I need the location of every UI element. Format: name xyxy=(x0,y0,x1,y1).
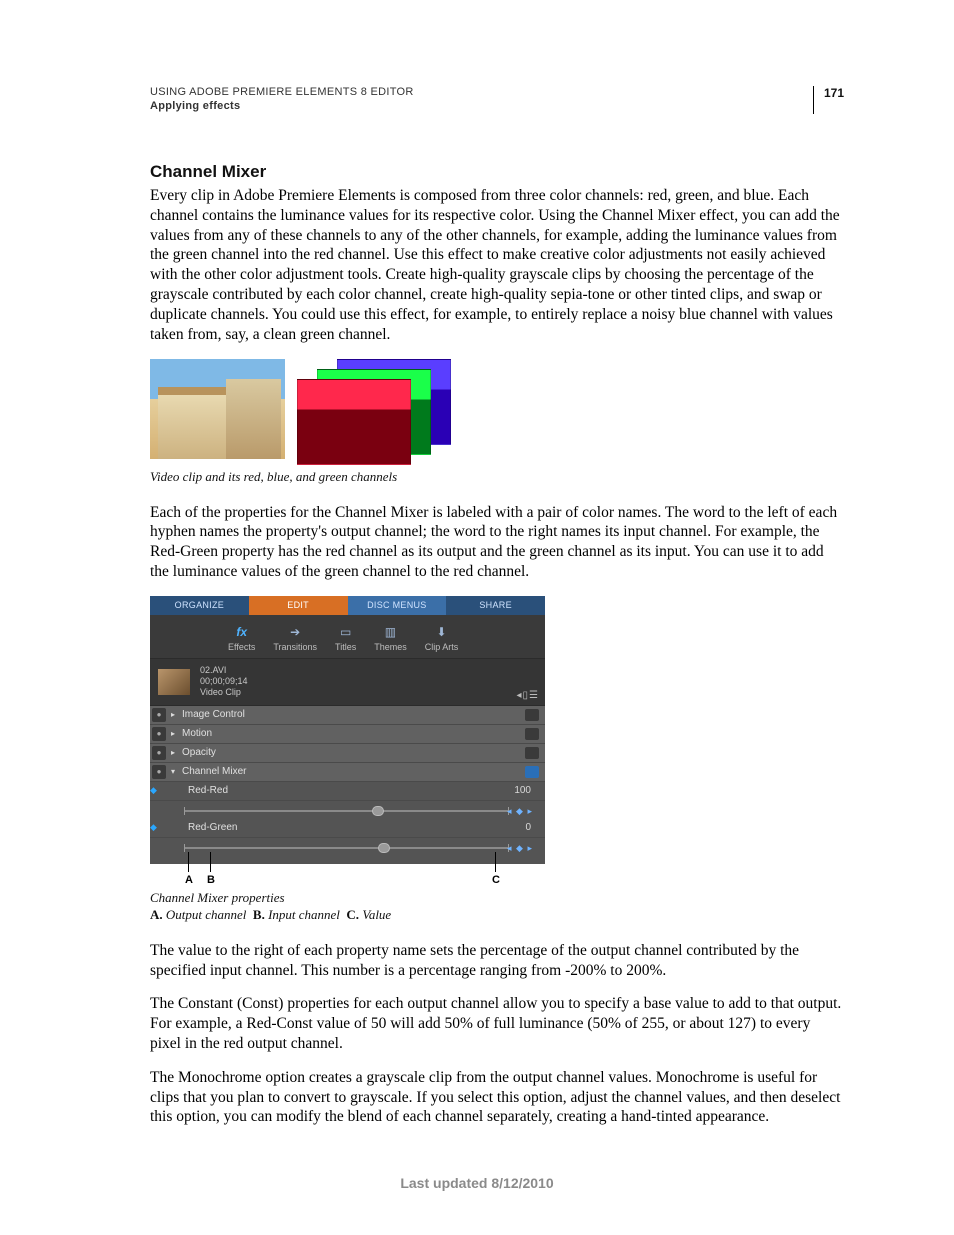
row-channel-mixer[interactable]: ▾ Channel Mixer xyxy=(150,763,545,782)
figure-callouts: A B C xyxy=(150,864,545,886)
tab-share[interactable]: SHARE xyxy=(446,596,545,615)
param-label: Red-Green xyxy=(160,822,497,833)
clip-type: Video Clip xyxy=(200,687,248,698)
reset-icon[interactable] xyxy=(525,728,539,740)
slider-knob[interactable] xyxy=(372,806,384,816)
tool-titles[interactable]: ▭ Titles xyxy=(335,625,356,652)
book-title: USING ADOBE PREMIERE ELEMENTS 8 EDITOR xyxy=(150,86,813,98)
paragraph-4: The Constant (Const) properties for each… xyxy=(150,994,844,1053)
tool-cliparts-label: Clip Arts xyxy=(425,642,459,652)
row-label: Channel Mixer xyxy=(178,766,525,777)
reset-icon[interactable] xyxy=(525,747,539,759)
slider-red-red: → ◂ ◆ ▸ xyxy=(150,801,545,819)
tool-effects-label: Effects xyxy=(228,642,255,652)
screenshot-panel: ORGANIZE EDIT DISC MENUS SHARE fx Effect… xyxy=(150,596,545,864)
tool-effects[interactable]: fx Effects xyxy=(228,625,255,652)
clip-thumbnail xyxy=(158,669,190,695)
header-text: USING ADOBE PREMIERE ELEMENTS 8 EDITOR A… xyxy=(150,86,813,112)
clip-timecode: 00;00;09;14 xyxy=(200,676,248,687)
expand-arrow-icon[interactable]: ▸ xyxy=(168,729,178,738)
paragraph-1: Every clip in Adobe Premiere Elements is… xyxy=(150,186,844,345)
page-number: 171 xyxy=(813,86,844,114)
slider-track xyxy=(184,810,509,812)
effects-icon: fx xyxy=(234,625,250,639)
tool-themes[interactable]: ▥ Themes xyxy=(374,625,407,652)
row-red-green[interactable]: ◆ Red-Green 0 xyxy=(150,819,545,838)
row-opacity[interactable]: ▸ Opacity xyxy=(150,744,545,763)
legend-B: Input channel xyxy=(268,907,340,922)
row-motion[interactable]: ▸ Motion xyxy=(150,725,545,744)
tool-titles-label: Titles xyxy=(335,642,356,652)
keyframe-toggle-icon[interactable]: ◆ xyxy=(150,822,160,833)
tab-organize[interactable]: ORGANIZE xyxy=(150,596,249,615)
collapse-arrow-icon[interactable]: ▾ xyxy=(168,767,178,776)
titles-icon: ▭ xyxy=(338,625,354,639)
expand-arrow-icon[interactable]: ▸ xyxy=(168,748,178,757)
tool-cliparts[interactable]: ⬇ Clip Arts xyxy=(425,625,459,652)
tab-disc-menus[interactable]: DISC MENUS xyxy=(348,596,447,615)
slider-track xyxy=(184,847,509,849)
running-header: USING ADOBE PREMIERE ELEMENTS 8 EDITOR A… xyxy=(150,86,844,114)
transitions-icon: ➔ xyxy=(287,625,303,639)
paragraph-2: Each of the properties for the Channel M… xyxy=(150,503,844,582)
param-value[interactable]: 0 xyxy=(497,822,539,833)
red-channel-thumb xyxy=(297,379,411,465)
toggle-visibility-icon[interactable] xyxy=(152,708,166,722)
paragraph-5: The Monochrome option creates a grayscal… xyxy=(150,1068,844,1127)
callout-B: B xyxy=(207,874,215,886)
figure-2-caption: Channel Mixer properties xyxy=(150,890,844,906)
figure-1-caption: Video clip and its red, blue, and green … xyxy=(150,469,844,485)
clip-name: 02.AVI xyxy=(200,665,248,676)
edit-toolbar: fx Effects ➔ Transitions ▭ Titles ▥ Them… xyxy=(150,615,545,659)
clip-metadata: 02.AVI 00;00;09;14 Video Clip xyxy=(200,665,248,699)
figure-thumb-rgb-stack xyxy=(297,359,457,463)
reset-icon[interactable] xyxy=(525,766,539,778)
clip-info-bar: 02.AVI 00;00;09;14 Video Clip ◂▯☰ xyxy=(150,659,545,706)
param-value[interactable]: 100 xyxy=(497,785,539,796)
page: USING ADOBE PREMIERE ELEMENTS 8 EDITOR A… xyxy=(0,0,954,1235)
legend-C: Value xyxy=(362,907,391,922)
callout-A: A xyxy=(185,874,193,886)
keyframe-nav-icons[interactable]: ◂ ◆ ▸ xyxy=(507,843,533,854)
row-red-red[interactable]: ◆ Red-Red 100 xyxy=(150,782,545,801)
tool-transitions-label: Transitions xyxy=(273,642,317,652)
tool-themes-label: Themes xyxy=(374,642,407,652)
toggle-visibility-icon[interactable] xyxy=(152,727,166,741)
workspace-tabs: ORGANIZE EDIT DISC MENUS SHARE xyxy=(150,596,545,615)
properties-list: ▸ Image Control ▸ Motion ▸ Opacity ▾ Cha… xyxy=(150,706,545,864)
toggle-visibility-icon[interactable] xyxy=(152,746,166,760)
toggle-visibility-icon[interactable] xyxy=(152,765,166,779)
tool-transitions[interactable]: ➔ Transitions xyxy=(273,625,317,652)
param-label: Red-Red xyxy=(160,785,497,796)
keyframe-toggle-icon[interactable]: ◆ xyxy=(150,785,160,796)
chapter-title: Applying effects xyxy=(150,100,813,112)
paragraph-3: The value to the right of each property … xyxy=(150,941,844,981)
slider-knob[interactable] xyxy=(378,843,390,853)
clip-tool-icons[interactable]: ◂▯☰ xyxy=(517,690,540,701)
expand-arrow-icon[interactable]: ▸ xyxy=(168,710,178,719)
figure-thumb-original xyxy=(150,359,285,459)
cliparts-icon: ⬇ xyxy=(433,625,449,639)
themes-icon: ▥ xyxy=(382,625,398,639)
legend-A: Output channel xyxy=(166,907,247,922)
figure-channels xyxy=(150,359,844,463)
row-image-control[interactable]: ▸ Image Control xyxy=(150,706,545,725)
keyframe-nav-icons[interactable]: ◂ ◆ ▸ xyxy=(507,806,533,817)
row-label: Motion xyxy=(178,728,525,739)
row-label: Image Control xyxy=(178,709,525,720)
reset-icon[interactable] xyxy=(525,709,539,721)
tab-edit[interactable]: EDIT xyxy=(249,596,348,615)
section-title: Channel Mixer xyxy=(150,162,844,182)
row-label: Opacity xyxy=(178,747,525,758)
figure-2-legend: A. Output channel B. Input channel C. Va… xyxy=(150,907,844,923)
page-footer: Last updated 8/12/2010 xyxy=(0,1175,954,1191)
callout-C: C xyxy=(492,874,500,886)
